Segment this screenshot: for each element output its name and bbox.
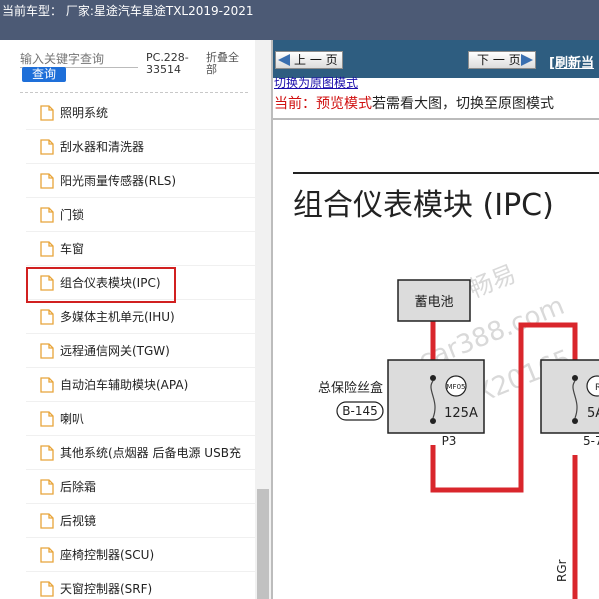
next-page-label: 下 一 页 bbox=[477, 53, 521, 67]
battery-label: 蓄电池 bbox=[414, 295, 453, 310]
tree-item-label: 后除霜 bbox=[60, 480, 97, 494]
search-input[interactable] bbox=[20, 52, 138, 66]
document-icon bbox=[40, 512, 54, 529]
tree-item[interactable]: 组合仪表模块(IPC) bbox=[26, 266, 255, 303]
document-icon bbox=[40, 172, 54, 189]
fuse2-rating: 5A bbox=[587, 406, 599, 421]
title-bar: 当前车型： 厂家:星途汽车星途TXL2019-2021 bbox=[0, 0, 599, 40]
document-icon bbox=[40, 580, 54, 597]
tree-item-label: 天窗控制器(SRF) bbox=[60, 582, 153, 596]
tree-item-label: 组合仪表模块(IPC) bbox=[60, 276, 161, 290]
tree-item-label: 座椅控制器(SCU) bbox=[60, 548, 155, 562]
document-icon bbox=[40, 308, 54, 325]
sidebar: 查询 PC.228-33514 折叠全部 照明系统刮水器和清洗器阳光雨量传感器(… bbox=[0, 40, 255, 599]
tree-item[interactable]: 刮水器和清洗器 bbox=[26, 130, 255, 164]
document-icon bbox=[40, 376, 54, 393]
document-icon bbox=[40, 478, 54, 495]
wire-color-label: RGr bbox=[555, 559, 569, 582]
tree-item[interactable]: 多媒体主机单元(IHU) bbox=[26, 300, 255, 334]
document-icon bbox=[40, 240, 54, 257]
document-icon bbox=[40, 410, 54, 427]
watermark-brand: 畅易 bbox=[465, 260, 520, 304]
document-icon bbox=[40, 342, 54, 359]
document-icon bbox=[40, 444, 54, 461]
prev-page-label: 上 一 页 bbox=[294, 53, 338, 67]
content-pane: 上 一 页 下 一 页 [刷新当 切换为原图模式 当前：预览模式若需看大图，切换… bbox=[273, 40, 599, 599]
tree-item[interactable]: 天窗控制器(SRF) bbox=[26, 572, 255, 599]
tree-item[interactable]: 车窗 bbox=[26, 232, 255, 266]
tree-item-label: 后视镜 bbox=[60, 514, 97, 528]
tree-item-label: 喇叭 bbox=[60, 412, 85, 426]
fuse-code: MF05 bbox=[447, 383, 466, 391]
document-icon bbox=[40, 138, 54, 155]
tree-item-label: 刮水器和清洗器 bbox=[60, 140, 145, 154]
tree-item[interactable]: 自动泊车辅助模块(APA) bbox=[26, 368, 255, 402]
document-icon bbox=[40, 546, 54, 563]
connector-label: P3 bbox=[442, 434, 457, 448]
fuse-rating: 125A bbox=[444, 406, 478, 421]
wiring-diagram[interactable]: 组合仪表模块 (IPC) 畅易 car388.com CX20165 蓄电池 总… bbox=[273, 120, 599, 599]
tree-item[interactable]: 阳光雨量传感器(RLS) bbox=[26, 164, 255, 198]
arrow-left-icon bbox=[278, 54, 290, 66]
mode-current: 当前：预览模式 bbox=[274, 96, 372, 112]
search-button[interactable]: 查询 bbox=[22, 67, 66, 82]
tree-item[interactable]: 后除霜 bbox=[26, 470, 255, 504]
current-model-title: 当前车型： 厂家:星途汽车星途TXL2019-2021 bbox=[2, 4, 254, 18]
document-icon bbox=[40, 274, 54, 291]
tree-item[interactable]: 其他系统(点烟器 后备电源 USB充 bbox=[26, 436, 255, 470]
page-nav-bar: 上 一 页 下 一 页 [刷新当 bbox=[273, 40, 599, 78]
tree-item[interactable]: 远程通信网关(TGW) bbox=[26, 334, 255, 368]
tree-item-label: 远程通信网关(TGW) bbox=[60, 344, 170, 358]
sidebar-scrollbar-thumb[interactable] bbox=[257, 489, 269, 599]
fuse-box-code: B-145 bbox=[342, 404, 377, 418]
connector2-label: 5-7 bbox=[583, 434, 599, 448]
fuse-box-label: 总保险丝盒 bbox=[318, 380, 383, 396]
fuse2-code: RF bbox=[595, 383, 599, 393]
fuse-box-2 bbox=[540, 359, 599, 434]
document-icon bbox=[40, 206, 54, 223]
next-page-button[interactable]: 下 一 页 bbox=[468, 51, 536, 69]
tree-item-label: 阳光雨量传感器(RLS) bbox=[60, 174, 177, 188]
tree-item-label: 照明系统 bbox=[60, 106, 109, 120]
refresh-link[interactable]: [刷新当 bbox=[549, 52, 594, 71]
tree-item-label: 门锁 bbox=[60, 208, 85, 222]
diagram-title: 组合仪表模块 (IPC) bbox=[293, 188, 554, 223]
arrow-right-icon bbox=[521, 54, 533, 66]
collapse-all-button[interactable]: 折叠全部 bbox=[206, 52, 246, 76]
mode-description: 若需看大图，切换至原图模式 bbox=[372, 96, 554, 112]
fuse-box bbox=[387, 359, 485, 434]
tree-item[interactable]: 照明系统 bbox=[26, 96, 255, 130]
tree-item-label: 车窗 bbox=[60, 242, 85, 256]
tree-item-label: 其他系统(点烟器 后备电源 USB充 bbox=[60, 446, 241, 460]
tree-item-label: 自动泊车辅助模块(APA) bbox=[60, 378, 189, 392]
tree-list: 照明系统刮水器和清洗器阳光雨量传感器(RLS) 门锁车窗组合仪表模块(IPC) 多媒… bbox=[26, 96, 255, 599]
mode-status: 当前：预览模式若需看大图，切换至原图模式 bbox=[274, 93, 554, 113]
tree-item[interactable]: 门锁 bbox=[26, 198, 255, 232]
tree-item[interactable]: 后视镜 bbox=[26, 504, 255, 538]
tree-item[interactable]: 喇叭 bbox=[26, 402, 255, 436]
document-icon bbox=[40, 104, 54, 121]
pc-code: PC.228-33514 bbox=[146, 51, 189, 76]
divider bbox=[20, 92, 248, 93]
tree-item-label: 多媒体主机单元(IHU) bbox=[60, 310, 175, 324]
prev-page-button[interactable]: 上 一 页 bbox=[275, 51, 343, 69]
switch-original-mode-link[interactable]: 切换为原图模式 bbox=[274, 77, 358, 89]
tree-item[interactable]: 座椅控制器(SCU) bbox=[26, 538, 255, 572]
